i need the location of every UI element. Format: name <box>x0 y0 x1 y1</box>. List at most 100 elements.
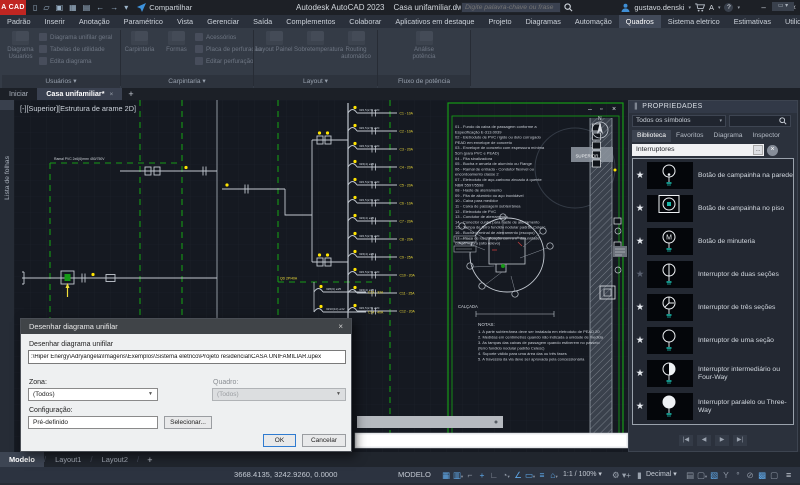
minimize-button[interactable]: – <box>761 3 765 12</box>
plot-icon[interactable]: ▤ <box>80 0 94 15</box>
favorite-star-icon[interactable]: ★ <box>633 269 647 280</box>
ribbon-tab-aplicativos-em-destaque[interactable]: Aplicativos em destaque <box>388 15 481 28</box>
layout2-tab[interactable]: Layout2 <box>93 452 137 467</box>
editar-perfuracao-button[interactable]: Editar perfuração <box>195 57 261 65</box>
symbol-filter-select[interactable]: Todos os símbolos▾ <box>632 115 726 127</box>
group-label-usuarios[interactable]: Usuários ▾ <box>2 75 120 88</box>
help-icon[interactable]: ? <box>724 3 733 12</box>
ribbon-tab-projeto[interactable]: Projeto <box>481 15 518 28</box>
ribbon-tab-vista[interactable]: Vista <box>170 15 200 28</box>
ribbon-tab-saída[interactable]: Saída <box>246 15 279 28</box>
palette-tab-biblioteca[interactable]: Biblioteca <box>632 130 671 142</box>
new-drawing-tab-button[interactable]: + <box>122 88 139 100</box>
placa-de-perfuracao-button[interactable]: Placa de perfuração <box>195 45 261 53</box>
symbol-list-item[interactable]: ★Botão de campainha na parede <box>633 159 793 192</box>
save-as-icon[interactable]: ▦ <box>66 0 80 15</box>
user-menu-caret-icon[interactable]: ▾ <box>688 5 691 11</box>
browse-categories-button[interactable]: ... <box>753 145 763 155</box>
formas-button[interactable]: Formas <box>158 29 195 75</box>
favorite-star-icon[interactable]: ★ <box>633 401 647 412</box>
first-page-button[interactable]: |◀ <box>679 435 693 446</box>
crosshair-icon[interactable]: + <box>626 467 631 483</box>
lineweight-toggle[interactable]: ≡ <box>536 467 548 485</box>
autodesk-a-icon[interactable]: A <box>709 3 714 12</box>
ribbon-tab-sistema-eletrico[interactable]: Sistema eletrico <box>661 15 727 28</box>
group-label-layout[interactable]: Layout ▾ <box>254 75 377 88</box>
object-snap-tracking-toggle[interactable]: ∠ <box>512 467 524 485</box>
favorite-star-icon[interactable]: ★ <box>633 368 647 379</box>
help-caret-icon[interactable]: ▾ <box>737 5 740 11</box>
ortho-mode-toggle[interactable]: ∟ <box>488 467 500 485</box>
ribbon-tab-anotação[interactable]: Anotação <box>72 15 117 28</box>
annotation-monitor-toggle[interactable]: ▧ <box>708 467 720 485</box>
zona-select[interactable]: (Todos)▼ <box>28 388 158 401</box>
autocad-logo-icon[interactable]: A CAD <box>0 0 26 15</box>
redo-icon[interactable]: → <box>107 0 121 15</box>
snap-mode-toggle[interactable]: ▥▾ <box>452 467 464 485</box>
ribbon-collapse-button[interactable]: ▭ ▾ <box>772 2 794 11</box>
isolate-indicator-icon[interactable]: ▮ <box>637 467 642 483</box>
new-file-icon[interactable]: ▯ <box>30 0 40 15</box>
isolate-objects-toggle[interactable]: ⊘ <box>744 467 756 485</box>
ribbon-tab-padrão[interactable]: Padrão <box>0 15 38 28</box>
open-folder-icon[interactable]: ▱ <box>40 0 52 15</box>
carpintaria-button[interactable]: Carpintaria <box>121 29 158 75</box>
ribbon-tab-complementos[interactable]: Complementos <box>279 15 342 28</box>
model-tab[interactable]: Modelo <box>0 452 44 467</box>
last-page-button[interactable]: ▶| <box>733 435 747 446</box>
symbol-search-input[interactable] <box>729 115 791 127</box>
group-label-carpintaria[interactable]: Carpintaria ▾ <box>121 75 253 88</box>
selection-filter-toggle[interactable]: Y <box>720 467 732 485</box>
workspace-toggle[interactable]: ⌂▾ <box>548 467 560 485</box>
customize-qat-icon[interactable]: ▾ <box>121 0 131 15</box>
tabelas-de-utilidade-button[interactable]: Tabelas de utilidade <box>39 45 112 53</box>
autodesk-menu-caret-icon[interactable]: ▾ <box>718 5 721 11</box>
share-button[interactable]: Compartilhar <box>137 3 192 12</box>
selecionar-button[interactable]: Selecionar... <box>164 416 212 429</box>
palette-tab-diagrama[interactable]: Diagrama <box>709 130 748 142</box>
annotation-scale-button[interactable]: 1:1 / 100% ▾ <box>563 467 602 483</box>
symbol-list-item[interactable]: ★Interruptor de uma seção <box>633 324 793 357</box>
search-icon[interactable] <box>564 3 573 12</box>
edita-diagrama-button[interactable]: Edita diagrama <box>39 57 112 65</box>
symbol-list-item[interactable]: ★Botão de campainha no piso <box>633 192 793 225</box>
diagrama-usuarios-button[interactable]: Diagrama Usuarios <box>2 29 39 75</box>
close-tab-icon[interactable]: × <box>110 91 114 98</box>
sheet-list-palette[interactable]: Lista de folhas <box>0 100 14 452</box>
ribbon-tab-automação[interactable]: Automação <box>568 15 619 28</box>
sheet-list-grip[interactable] <box>0 100 14 110</box>
viewport-control-label[interactable]: [-][Superior][Estrutura de arame 2D] <box>20 104 136 113</box>
favorite-star-icon[interactable]: ★ <box>633 302 647 313</box>
clean-screen-toggle[interactable]: ▢ <box>768 467 780 485</box>
object-snap-toggle[interactable]: ▭▾ <box>524 467 536 485</box>
save-icon[interactable]: ▣ <box>53 0 67 15</box>
command-line-toggle[interactable]: ▤ <box>684 467 696 485</box>
graphics-monitor-toggle[interactable]: ▢▾ <box>696 467 708 485</box>
viewport-minimize-button[interactable]: – <box>588 106 592 113</box>
search-input[interactable] <box>461 2 561 13</box>
next-page-button[interactable]: ▶ <box>715 435 729 446</box>
dynamic-input-toggle[interactable]: + <box>476 467 488 485</box>
layout-painel-button[interactable]: Layout Painel <box>254 29 294 75</box>
signed-in-user[interactable]: gustavo.denski <box>634 3 684 12</box>
favorite-star-icon[interactable]: ★ <box>633 335 647 346</box>
symbol-list-item[interactable]: ★Interruptor de duas seções <box>633 258 793 291</box>
symbol-list-item[interactable]: ★Interruptor de três seções <box>633 291 793 324</box>
dialog-close-icon[interactable]: × <box>338 319 343 334</box>
viewport-restore-button[interactable]: ▫ <box>600 106 602 113</box>
hardware-acceleration-toggle[interactable]: ▩ <box>756 467 768 485</box>
dialog-title-bar[interactable]: Desenhar diagrama unifilar × <box>21 319 351 334</box>
favorite-star-icon[interactable]: ★ <box>633 170 647 181</box>
customization-menu-icon[interactable]: ≡ <box>786 467 791 483</box>
viewport-close-button[interactable]: × <box>612 106 616 113</box>
palette-header[interactable]: ❚PROPRIEDADES <box>629 101 797 113</box>
project-path-input[interactable] <box>28 350 346 364</box>
ok-button[interactable]: OK <box>263 434 296 447</box>
palette-tab-favoritos[interactable]: Favoritos <box>671 130 709 142</box>
cart-icon[interactable] <box>695 3 705 12</box>
grid-toggle[interactable]: ▦ <box>440 467 452 485</box>
symbol-list-item[interactable]: ★MBotão de minuteria <box>633 225 793 258</box>
workspace-gear-icon[interactable]: ⚙ ▾ <box>612 467 626 483</box>
favorite-star-icon[interactable]: ★ <box>633 236 647 247</box>
polar-tracking-toggle[interactable]: ◔▾ <box>500 467 512 485</box>
